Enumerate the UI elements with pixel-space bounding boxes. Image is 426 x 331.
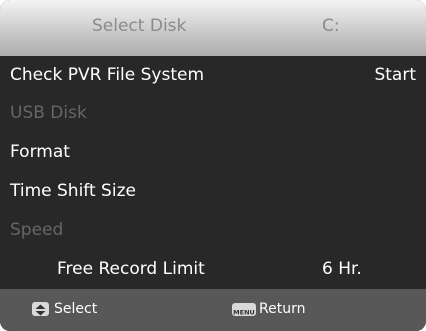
footer-hint-bar: Select MENU Return (0, 289, 426, 331)
menu-item-time-shift-size[interactable]: Time Shift Size (0, 172, 426, 210)
up-down-arrows-icon (32, 302, 49, 316)
menu-item-speed: Speed (0, 211, 426, 249)
menu-item-format[interactable]: Format (0, 133, 426, 171)
select-disk-header[interactable]: Select Disk C: (0, 0, 426, 56)
menu-item-free-record-limit[interactable]: Free Record Limit 6 Hr. (0, 250, 426, 288)
menu-item-check-pvr-file-system[interactable]: Check PVR File System Start (0, 56, 426, 94)
pvr-settings-screen: Select Disk C: Check PVR File System Sta… (0, 0, 426, 331)
menu-item-usb-disk: USB Disk (0, 94, 426, 132)
menu-icon-text: MENU (233, 309, 255, 317)
menu-button-icon: MENU (232, 303, 256, 317)
menu-item-value: Start (374, 65, 416, 85)
footer-select-label: Select (54, 301, 98, 317)
settings-menu: Check PVR File System Start USB Disk For… (0, 56, 426, 289)
footer-return-label: Return (259, 301, 306, 317)
menu-item-label: USB Disk (10, 103, 87, 123)
menu-item-label: Format (10, 142, 70, 162)
header-title: Select Disk (92, 16, 187, 36)
menu-item-label: Time Shift Size (10, 181, 136, 201)
header-disk-value: C: (322, 16, 340, 36)
menu-item-value: 6 Hr. (322, 259, 362, 279)
menu-item-label: Free Record Limit (57, 259, 205, 279)
footer-return-hint: MENU Return (232, 301, 322, 319)
menu-item-label: Speed (10, 220, 64, 240)
menu-item-label: Check PVR File System (10, 65, 205, 85)
footer-select-hint: Select (32, 301, 112, 319)
